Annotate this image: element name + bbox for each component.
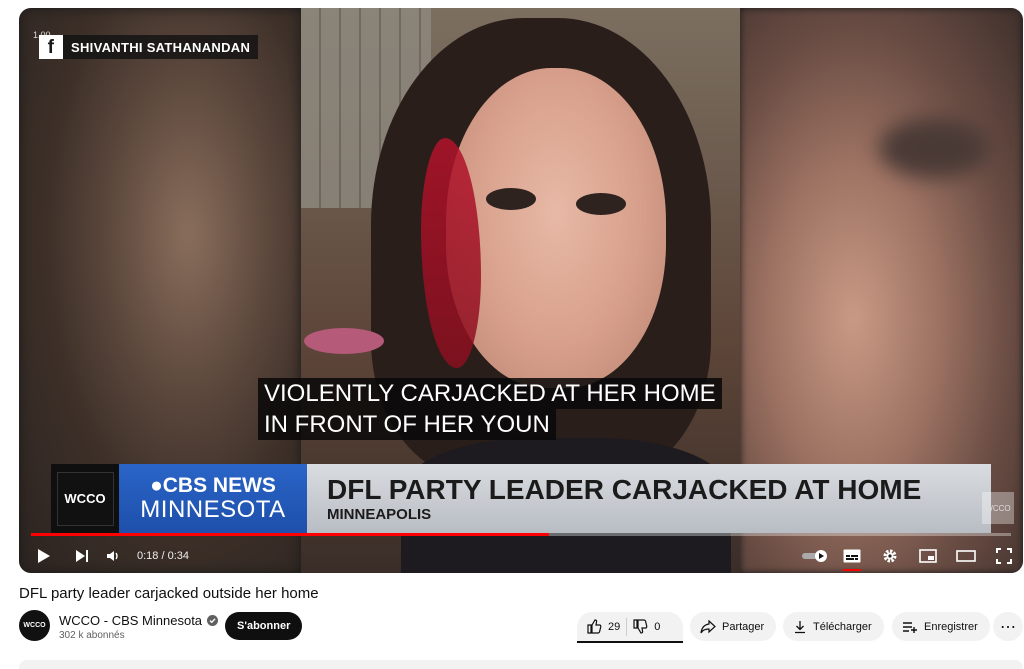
video-player[interactable]: 1.00 f SHIVANTHI SATHANANDAN VIOLENTLY C… [19, 8, 1023, 573]
play-icon [38, 548, 50, 563]
caption-line-1: VIOLENTLY CARJACKED AT HER HOME [258, 378, 722, 409]
dislike-button[interactable]: 0 [633, 619, 660, 634]
news-lower-third: WCCO ●CBS NEWS MINNESOTA DFL PARTY LEADE… [51, 464, 991, 533]
share-button[interactable]: Partager [690, 612, 777, 641]
player-controls: 0:18 / 0:34 [19, 538, 1023, 573]
video-subject-face [446, 68, 666, 388]
closed-captions: VIOLENTLY CARJACKED AT HER HOME IN FRONT… [258, 378, 722, 440]
dislike-count: 0 [654, 620, 661, 633]
share-label: Partager [722, 620, 765, 633]
autoplay-toggle[interactable] [797, 541, 833, 571]
like-dislike-group: 29 0 [577, 612, 683, 643]
channel-avatar[interactable]: WCCO [19, 610, 50, 641]
like-count: 29 [608, 620, 621, 633]
miniplayer-icon [919, 548, 937, 563]
next-button[interactable] [69, 541, 95, 571]
share-icon [700, 619, 716, 633]
subscriber-count: 302 k abonnés [59, 630, 125, 641]
volume-button[interactable] [95, 541, 131, 571]
volume-icon [107, 550, 118, 561]
miniplayer-button[interactable] [909, 541, 947, 571]
like-button[interactable]: 29 [577, 619, 620, 634]
video-title: DFL party leader carjacked outside her h… [19, 585, 319, 602]
fullscreen-icon [996, 547, 1012, 564]
subtitles-icon [843, 549, 861, 562]
station-logo-text: WCCO [56, 471, 114, 526]
playlist-add-icon [903, 621, 917, 633]
more-actions-button[interactable]: ⋯ [993, 612, 1023, 641]
gear-icon [883, 549, 897, 562]
source-badge-label: SHIVANTHI SATHANANDAN [71, 39, 251, 55]
channel-name[interactable]: WCCO - CBS Minnesota [59, 613, 202, 628]
thumbs-up-icon [587, 619, 602, 634]
thumbs-down-icon [633, 619, 648, 634]
network-logo: ●CBS NEWS MINNESOTA [119, 464, 307, 533]
channel-name-wrap[interactable]: WCCO - CBS Minnesota [59, 613, 219, 628]
save-label: Enregistrer [924, 620, 978, 633]
skip-next-icon [76, 549, 88, 562]
download-icon [795, 620, 805, 633]
subscribe-button[interactable]: S'abonner [225, 612, 303, 640]
channel-row: WCCO WCCO - CBS Minnesota 302 k abonnés … [19, 608, 1023, 648]
video-blurred-detail [879, 118, 989, 178]
save-button[interactable]: Enregistrer [892, 612, 990, 641]
settings-button[interactable] [871, 541, 909, 571]
subtitles-active-indicator [843, 568, 861, 571]
video-subject-lips [304, 328, 384, 354]
source-badge: f SHIVANTHI SATHANANDAN [39, 35, 259, 59]
station-logo: WCCO [51, 464, 119, 533]
network-logo-bottom: MINNESOTA [140, 495, 286, 523]
play-button[interactable] [19, 541, 69, 571]
autoplay-icon [802, 549, 827, 562]
verified-icon [207, 615, 219, 626]
time-display: 0:18 / 0:34 [137, 549, 189, 562]
headline-box: DFL PARTY LEADER CARJACKED AT HOME MINNE… [307, 464, 991, 533]
like-divider [626, 617, 628, 636]
video-subject-eye-left [486, 188, 536, 210]
channel-watermark[interactable]: WCCO [982, 492, 1014, 524]
news-headline: DFL PARTY LEADER CARJACKED AT HOME [327, 473, 922, 505]
theater-icon [956, 549, 976, 562]
video-subject-eye-right [576, 193, 626, 215]
network-logo-top: ●CBS NEWS [150, 473, 276, 497]
subtitles-button[interactable] [833, 541, 871, 571]
facebook-icon: f [39, 35, 63, 59]
progress-bar[interactable] [31, 533, 1011, 536]
theater-mode-button[interactable] [947, 541, 985, 571]
fullscreen-button[interactable] [985, 541, 1023, 571]
news-location: MINNEAPOLIS [327, 505, 432, 523]
progress-played [31, 533, 550, 536]
description-box-edge [19, 660, 1023, 669]
caption-line-2: IN FRONT OF HER YOUN [258, 409, 556, 440]
download-button[interactable]: Télécharger [783, 612, 884, 641]
download-label: Télécharger [813, 620, 872, 633]
